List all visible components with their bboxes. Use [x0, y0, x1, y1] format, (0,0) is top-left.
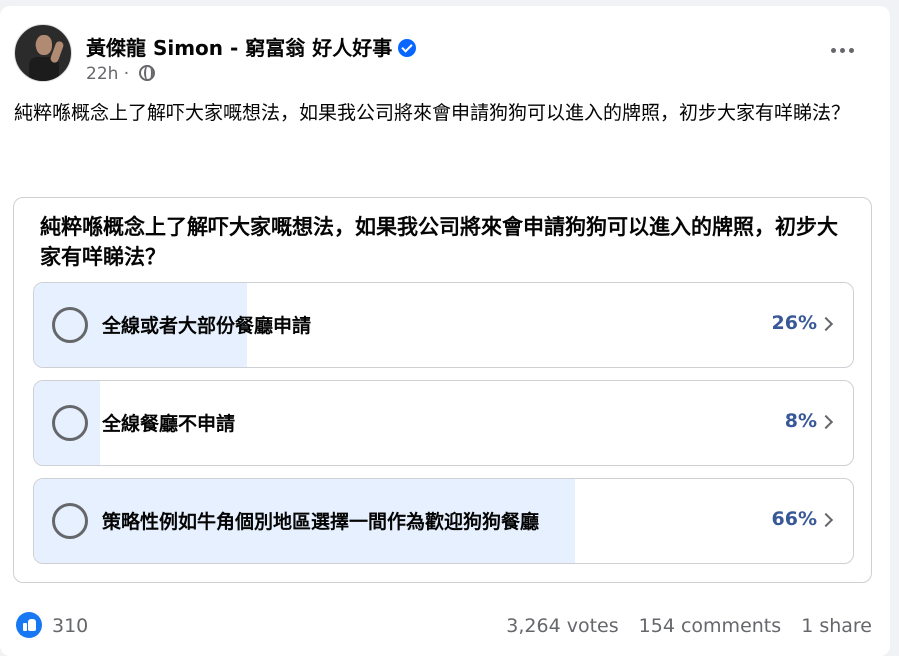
avatar[interactable]: [14, 24, 72, 82]
reaction-count[interactable]: 310: [52, 615, 88, 637]
poll-option-1[interactable]: 全線或者大部份餐廳申請 26%: [33, 282, 854, 368]
radio-button[interactable]: [52, 503, 88, 539]
poll: 純粹喺概念上了解吓大家嘅想法，如果我公司將來會申請狗狗可以進入的牌照，初步大家有…: [13, 197, 872, 583]
poll-option-label: 全線餐廳不申請: [102, 413, 236, 435]
chevron-right-icon: [818, 414, 834, 430]
poll-option-label: 全線或者大部份餐廳申請: [102, 315, 312, 337]
globe-icon: [138, 65, 155, 81]
post-meta: 22h ·: [86, 64, 155, 84]
chevron-right-icon: [818, 512, 834, 528]
poll-option-percent: 26%: [771, 312, 817, 334]
post-text: 純粹喺概念上了解吓大家嘅想法，如果我公司將來會申請狗狗可以進入的牌照，初步大家有…: [14, 102, 851, 124]
post-stats: 3,264 votes 154 comments 1 share: [492, 615, 872, 637]
votes-count[interactable]: 3,264 votes: [506, 615, 618, 637]
author-name-text[interactable]: 黃傑龍 Simon - 窮富翁 好人好事: [86, 36, 392, 60]
poll-option-percent: 66%: [771, 508, 817, 530]
poll-option-2[interactable]: 全線餐廳不申請 8%: [33, 380, 854, 466]
shares-count[interactable]: 1 share: [801, 615, 872, 637]
post-time[interactable]: 22h: [86, 64, 118, 84]
comments-count[interactable]: 154 comments: [639, 615, 781, 637]
poll-option-percent: 8%: [784, 410, 817, 432]
more-icon[interactable]: [826, 40, 858, 60]
chevron-right-icon: [818, 316, 834, 332]
post-card: 黃傑龍 Simon - 窮富翁 好人好事 22h · 純粹喺概念上了解吓大家嘅想…: [0, 6, 890, 656]
radio-button[interactable]: [52, 307, 88, 343]
poll-option-label: 策略性例如牛角個別地區選擇一間作為歡迎狗狗餐廳: [102, 511, 540, 533]
author-name[interactable]: 黃傑龍 Simon - 窮富翁 好人好事: [86, 32, 417, 61]
poll-option-3[interactable]: 策略性例如牛角個別地區選擇一間作為歡迎狗狗餐廳 66%: [33, 478, 854, 564]
post-header: 黃傑龍 Simon - 窮富翁 好人好事 22h ·: [14, 24, 876, 86]
verified-icon: [398, 39, 417, 57]
like-icon[interactable]: [16, 612, 42, 638]
poll-question: 純粹喺概念上了解吓大家嘅想法，如果我公司將來會申請狗狗可以進入的牌照，初步大家有…: [40, 215, 838, 269]
post-footer: 310 3,264 votes 154 comments 1 share: [16, 612, 872, 642]
radio-button[interactable]: [52, 405, 88, 441]
